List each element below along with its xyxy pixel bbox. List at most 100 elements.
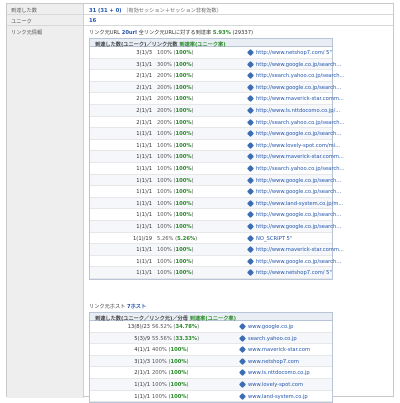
url-count: 1(1)/1 [136,142,152,149]
link-icon[interactable] [246,257,255,265]
url-unique-rate: 100% [175,154,192,161]
link-icon[interactable] [246,164,255,172]
link-icon[interactable] [238,334,247,342]
link-icon[interactable] [246,118,255,126]
url-rate-value: 100% ( [157,189,176,196]
url-link[interactable]: http://search.yahoo.co.jp/search... [256,166,344,172]
url-row: 1(1)/1 100% (100%) http://search.yahoo.co.… [90,163,344,175]
link-icon[interactable] [246,199,255,207]
link-icon[interactable] [246,141,255,149]
link-icon[interactable] [246,153,255,161]
unique-row: ユニーク 16 [7,15,393,26]
url-link[interactable]: http://www.netshop7.com/ 5" [256,270,332,276]
link-icon[interactable] [238,380,247,389]
link-icon[interactable] [246,211,255,219]
host-rate-close: ) [197,335,200,342]
url-rate-value: 100% ( [157,258,176,265]
url-rate-value: 300% ( [157,61,176,68]
host-rate-close: ) [186,370,189,377]
link-url-table: 到達した数(ユニーク)／リンク元数 到達率(ユニーク率) 3(1)/3 100% … [89,38,344,280]
url-rate-close: ) [191,258,194,265]
host-link[interactable]: www.google.co.jp [248,324,293,330]
url-rate: 200% (100%) [157,108,194,114]
link-url-rows: 3(1)/3 100% ( 100%) http://www.netshop7.com… [90,47,344,279]
url-row: 2(1)/1 200% (100%) http://search.yahoo.co.… [90,70,344,82]
url-unique-rate: 100% [175,177,192,184]
host-unique-rate: 100% [170,347,187,354]
host-rate: 100% (100%) [152,394,189,400]
link-url-label: リンク元URL [89,30,121,36]
url-rate: 5.26% (5.26%) [157,236,197,242]
url-rate-close: ) [191,50,194,56]
link-icon[interactable] [246,95,255,103]
url-link[interactable]: http://www.google.co.jp/search... [256,259,341,265]
link-icon[interactable] [246,222,255,230]
host-summary: リンク元ホスト 7ホスト [89,303,329,310]
arrived-note: （有効セッション＋セッション非有効数） [123,8,222,14]
url-link[interactable]: http://www.netshop7.com/ 5" [256,50,332,56]
url-link[interactable]: http://www.maverick-star.comm... [256,96,344,102]
url-link[interactable]: http://www.ls.nttdocomo.co.jp/... [256,108,340,114]
host-rate-value: 400% ( [152,347,171,354]
url-unique-rate: 5.26% [177,235,196,242]
host-rate: 55.56% (33.33%) [152,336,199,342]
url-row: 1(1)/1 100% (100%) http://www.google.co.jp… [90,128,341,140]
link-icon[interactable] [238,369,247,377]
host-rate-value: 55.56% ( [152,335,176,342]
url-row: 3(1)/3 100% (100%) http://www.netshop7.com… [90,47,332,59]
url-link[interactable]: http://www.maverick-star.comm... [256,154,344,160]
url-rate: 300% (100%) [157,62,194,68]
url-link[interactable]: NO_SCRIPT 5" [256,236,292,242]
url-count: 3(1)/3 [136,50,152,56]
host-table-header: 到達した数(ユニーク／リンク元)／分母 到達率(ユニーク率) [90,313,332,322]
link-icon[interactable] [238,392,247,400]
unique-value: 16 [89,18,96,24]
link-icon[interactable] [238,346,247,354]
host-link[interactable]: www.netshop7.com [248,359,299,365]
url-unique-rate: 100% [175,119,192,126]
link-icon[interactable] [246,60,255,68]
link-icon[interactable] [246,83,255,91]
url-rate-value: 100% ( [157,223,176,230]
url-link[interactable]: http://search.yahoo.co.jp/search... [256,73,344,79]
url-rate-close: ) [195,235,198,242]
link-icon[interactable] [246,246,255,254]
link-icon[interactable] [246,176,255,184]
link-icon[interactable] [246,269,255,277]
host-link[interactable]: www.maverick-star.com [248,347,310,353]
link-icon[interactable] [246,130,255,138]
url-link[interactable]: http://www.google.co.jp/search... [256,212,341,218]
url-rate-close: ) [191,142,194,149]
link-icon[interactable] [238,322,247,331]
url-link[interactable]: http://www.google.co.jp/search... [256,178,341,184]
host-rate: 56.52% (34.78%) [152,324,199,330]
url-link[interactable]: http://www.google.co.jp/search... [256,189,341,195]
url-unique-rate: 100% [175,247,192,254]
link-icon[interactable] [246,188,255,196]
url-link[interactable]: http://www.maverick-star.comm... [256,247,344,253]
host-link[interactable]: www.lovely-spot.com [248,382,303,388]
link-icon[interactable] [246,72,255,80]
url-link[interactable]: http://www.lovely-spot.com/mi... [256,143,340,149]
url-unique-rate: 100% [175,61,192,68]
host-link[interactable]: www.land-system.co.jp [248,394,308,400]
url-link[interactable]: http://www.google.co.jp/search... [256,131,341,137]
stats-panel: 到達した数 31 (31 + 0) （有効セッション＋セッション非有効数） ユニ… [6,3,394,403]
url-link[interactable]: http://search.yahoo.co.jp/search... [256,120,344,126]
url-link[interactable]: http://www.google.co.jp/search... [256,85,341,91]
url-link[interactable]: http://www.google.co.jp/search... [256,62,341,68]
url-count: 3(1)/1 [136,61,152,68]
host-link[interactable]: search.yahoo.co.jp [248,336,297,342]
link-icon[interactable] [246,234,255,242]
host-rate-close: ) [186,393,189,400]
url-count: 2(1)/1 [136,96,152,103]
link-url-table-header: 到達した数(ユニーク)／リンク元数 到達率(ユニーク率) [90,39,332,48]
link-icon[interactable] [246,48,255,57]
url-link[interactable]: http://www.google.co.jp/search... [256,224,341,230]
url-row: 1(1)/1 100% (100%) http://www.land-system.… [90,197,343,210]
host-link[interactable]: www.ls.nttdocomo.co.jp [248,370,310,376]
link-icon[interactable] [238,357,247,365]
url-rate-close: ) [191,61,194,68]
link-icon[interactable] [246,106,255,115]
url-link[interactable]: http://www.land-system.co.jp/m... [256,201,343,207]
